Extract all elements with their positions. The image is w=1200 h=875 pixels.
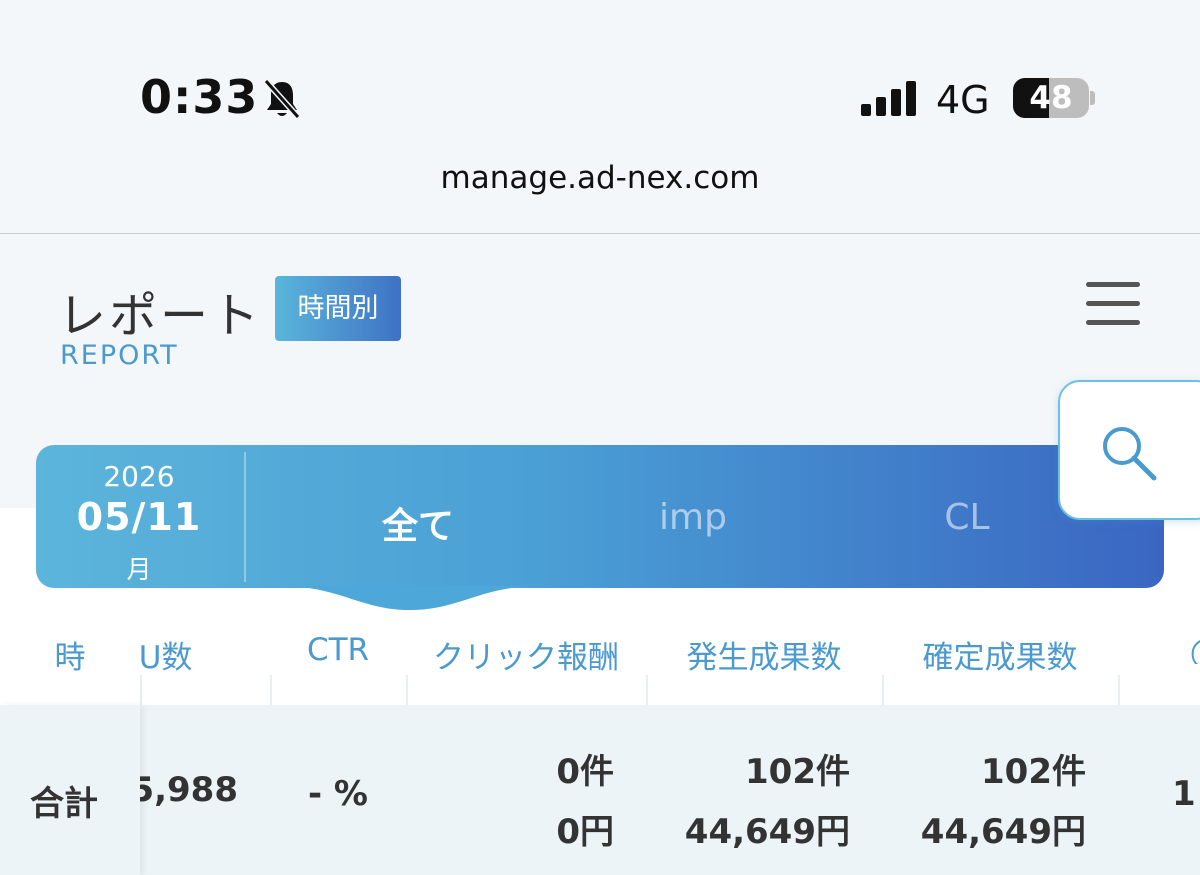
column-header-click-reward[interactable]: クリック報酬 <box>406 632 646 677</box>
date-divider <box>244 452 246 582</box>
report-mode-badge[interactable]: 時間別 <box>275 276 401 341</box>
date-weekday: 月 <box>126 555 152 584</box>
cell-next-partial: 1 <box>1172 774 1196 814</box>
menu-line <box>1086 320 1140 325</box>
date-year: 2026 <box>103 460 175 493</box>
url-divider <box>0 233 1200 234</box>
page-subtitle: REPORT <box>60 340 179 371</box>
cell-occurred-count: 102件 <box>745 752 850 792</box>
hamburger-menu-icon[interactable] <box>1086 282 1142 326</box>
tab-all[interactable]: 全て <box>318 497 518 549</box>
search-icon <box>1103 427 1157 481</box>
column-header-uu-clip: UU数 <box>140 628 250 672</box>
column-header-next-partial: ◯ <box>1190 634 1200 664</box>
cell-uu-clip: 5,988 <box>140 770 250 820</box>
cell-click-reward-amount: 0円 <box>556 812 614 852</box>
network-type: 4G <box>936 78 990 122</box>
date-value: 05/11 <box>76 495 202 539</box>
battery-percent: 48 <box>1029 80 1073 116</box>
menu-line <box>1086 282 1140 287</box>
search-button[interactable] <box>1058 380 1200 520</box>
battery-tip <box>1090 91 1095 105</box>
bell-slash-icon <box>263 79 301 119</box>
column-header-hour[interactable]: 時 <box>40 632 100 677</box>
column-header-ctr[interactable]: CTR <box>270 632 406 668</box>
cell-click-reward-count: 0件 <box>556 752 614 792</box>
menu-line <box>1086 301 1140 306</box>
tab-imp[interactable]: imp <box>593 497 793 538</box>
column-header-confirmed[interactable]: 確定成果数 <box>882 632 1118 677</box>
url-bar[interactable]: manage.ad-nex.com <box>0 160 1200 196</box>
page-title: レポート <box>58 288 263 344</box>
cell-uu: 5,988 <box>140 770 238 810</box>
column-header-occurred[interactable]: 発生成果数 <box>646 632 882 677</box>
cellular-signal-icon <box>861 81 916 116</box>
active-tab-indicator <box>280 586 540 610</box>
date-selector[interactable]: 2026 05/11 月 <box>36 445 246 588</box>
cell-confirmed-amount: 44,649円 <box>920 812 1086 852</box>
cell-ctr: - % <box>307 774 368 814</box>
total-label: 合計 <box>30 784 98 824</box>
column-header-uu[interactable]: UU数 <box>140 632 192 672</box>
cell-confirmed-count: 102件 <box>981 752 1086 792</box>
battery-indicator: 48 <box>1013 78 1089 118</box>
tab-cl[interactable]: CL <box>867 497 1067 538</box>
cell-occurred-amount: 44,649円 <box>684 812 850 852</box>
status-bar: 0:33 4G 48 <box>0 0 1200 150</box>
status-time: 0:33 <box>140 70 259 124</box>
cell-next-clip: 1 <box>1168 774 1200 824</box>
